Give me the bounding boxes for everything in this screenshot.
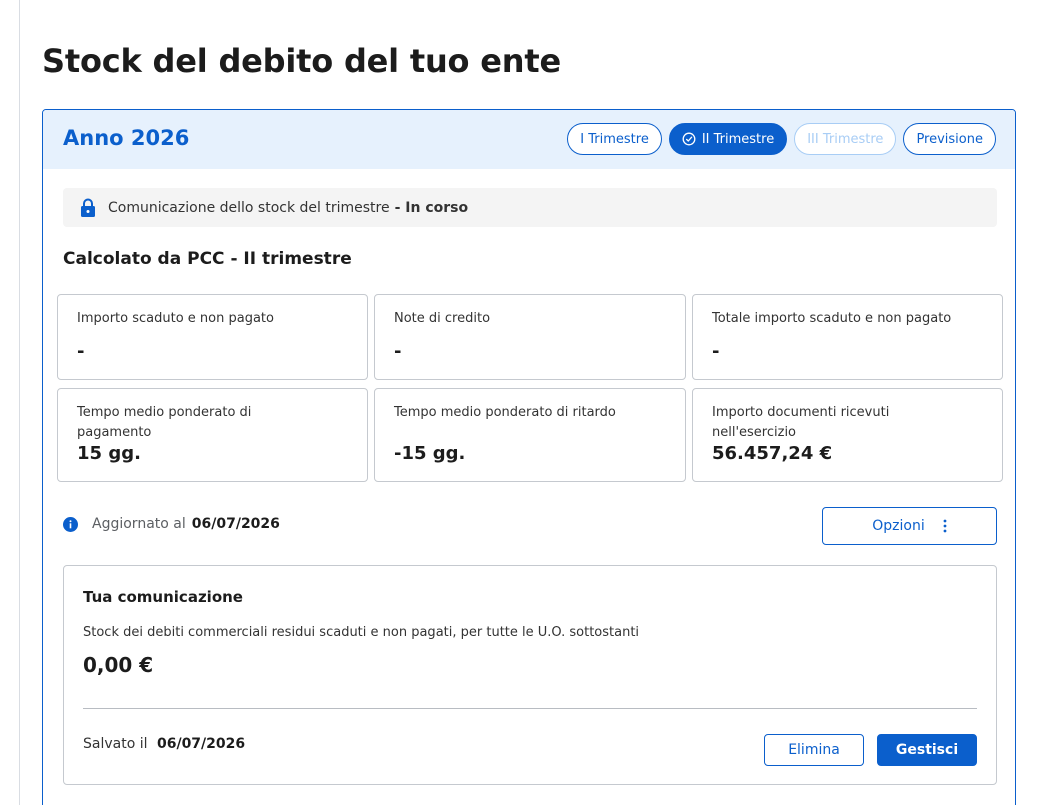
section-title: Calcolato da PCC - II trimestre — [63, 249, 352, 269]
lock-icon — [79, 198, 97, 218]
page-title: Stock del debito del tuo ente — [42, 42, 561, 80]
options-button[interactable]: Opzioni — [822, 507, 997, 545]
tab-third-quarter: III Trimestre — [794, 123, 897, 155]
metric-label: Totale importo scaduto e non pagato — [712, 311, 952, 326]
options-label: Opzioni — [872, 518, 925, 534]
communication-value: 0,00 € — [83, 653, 154, 677]
tab-label: I Trimestre — [580, 131, 649, 147]
metric-label: Tempo medio ponderato di ritardo — [394, 405, 616, 420]
info-icon — [63, 516, 78, 532]
metric-tile: Tempo medio ponderato di ritardo -15 gg. — [374, 388, 686, 482]
metric-label: Importo scaduto e non pagato — [77, 311, 274, 326]
tab-second-quarter[interactable]: II Trimestre — [668, 123, 788, 155]
metrics-grid: Importo scaduto e non pagato - Note di c… — [57, 294, 1003, 482]
communication-description: Stock dei debiti commerciali residui sca… — [83, 625, 640, 640]
metric-value: - — [394, 341, 402, 362]
year-title: Anno 2026 — [63, 126, 190, 150]
metric-tile: Importo documenti ricevuti nell'esercizi… — [692, 388, 1003, 482]
tab-forecast[interactable]: Previsione — [903, 123, 996, 155]
metric-tile: Importo scaduto e non pagato - — [57, 294, 368, 380]
metric-label: Importo documenti ricevuti nell'esercizi… — [712, 405, 890, 440]
quarter-tabs: I Trimestre II Trimestre III Trimestre P… — [567, 123, 996, 155]
check-circle-icon — [682, 132, 696, 146]
tab-label: Previsione — [916, 131, 983, 147]
alert-text: Comunicazione dello stock del trimestre — [108, 199, 390, 216]
delete-button[interactable]: Elimina — [764, 734, 864, 766]
metric-tile: Note di credito - — [374, 294, 686, 380]
alert-status: - In corso — [394, 199, 469, 216]
metric-tile: Tempo medio ponderato di pagamento 15 gg… — [57, 388, 368, 482]
last-updated: Aggiornato al 06/07/2026 — [63, 516, 280, 532]
updated-label: Aggiornato al — [92, 516, 186, 532]
status-alert: Comunicazione dello stock del trimestre … — [63, 188, 997, 227]
saved-label: Salvato il — [83, 736, 148, 752]
manage-button[interactable]: Gestisci — [877, 734, 977, 766]
metric-label: Tempo medio ponderato di pagamento — [77, 405, 252, 440]
saved-date: 06/07/2026 — [156, 736, 246, 752]
metric-value: 15 gg. — [77, 443, 141, 464]
divider — [83, 708, 977, 709]
metric-value: 56.457,24 € — [712, 443, 833, 464]
metric-value: - — [77, 341, 85, 362]
metric-tile: Totale importo scaduto e non pagato - — [692, 294, 1003, 380]
saved-info: Salvato il 06/07/2026 — [83, 736, 245, 752]
tab-first-quarter[interactable]: I Trimestre — [567, 123, 662, 155]
metric-value: - — [712, 341, 720, 362]
updated-date: 06/07/2026 — [191, 516, 280, 532]
metric-value: -15 gg. — [394, 443, 466, 464]
tab-label: III Trimestre — [807, 131, 884, 147]
metric-label: Note di credito — [394, 311, 491, 326]
kebab-menu-icon — [943, 519, 947, 533]
communication-panel: Tua comunicazione Stock dei debiti comme… — [63, 565, 997, 785]
left-border-rule — [19, 0, 20, 805]
card-header: Anno 2026 I Trimestre II Trimestre III T… — [43, 110, 1015, 169]
communication-title: Tua comunicazione — [83, 588, 243, 606]
tab-label: II Trimestre — [701, 131, 775, 147]
stock-card: Anno 2026 I Trimestre II Trimestre III T… — [42, 109, 1016, 805]
